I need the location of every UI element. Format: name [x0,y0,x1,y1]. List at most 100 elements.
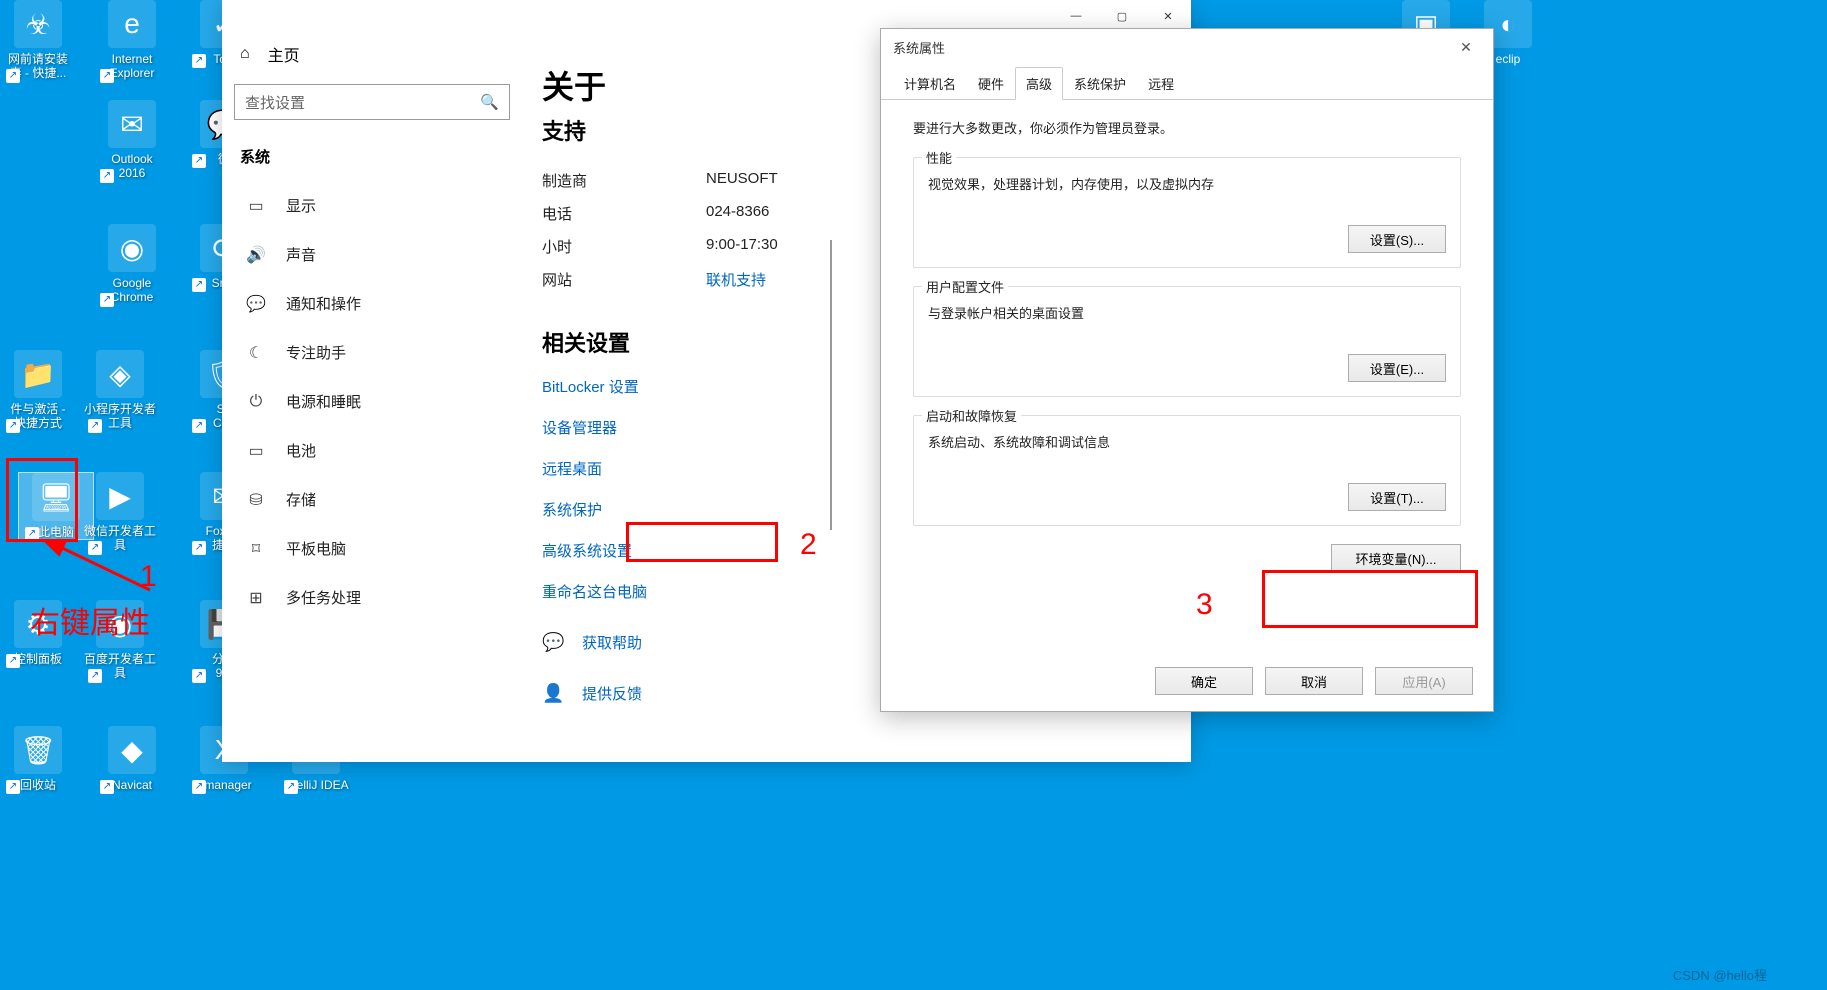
desktop-icon-glyph: ◉↗ [96,600,144,648]
nav-icon: ▭ [246,441,266,461]
apply-button[interactable]: 应用(A) [1375,667,1473,695]
settings-sidebar: ⌂ 主页 查找设置 🔍 系统 ▭ 显示 🔊 声音 💬 通知和操作 ☾ 专注助手 ⏻ 电源和睡眠 ▭ 电… [222,32,522,762]
desktop-icon-glyph: e↗ [108,0,156,48]
group-title: 用户配置文件 [922,277,1008,296]
info-key: 电话 [542,203,706,224]
group-settings-button-2[interactable]: 设置(T)... [1348,483,1446,511]
tab-1[interactable]: 硬件 [967,67,1015,99]
nav-item-2[interactable]: 💬 通知和操作 [230,279,514,328]
tab-2[interactable]: 高级 [1015,67,1063,100]
tab-4[interactable]: 远程 [1137,67,1185,99]
nav-label: 专注助手 [286,342,346,363]
group-desc: 系统启动、系统故障和调试信息 [928,432,1446,451]
watermark: CSDN @hello程 [1673,965,1767,984]
nav-icon: ⛁ [246,490,266,510]
group-title: 性能 [922,148,956,167]
group-desc: 与登录帐户相关的桌面设置 [928,303,1446,322]
nav-item-5[interactable]: ▭ 电池 [230,426,514,475]
nav-icon: ⌑ [246,539,266,559]
scrollbar[interactable] [830,240,832,530]
nav-label: 平板电脑 [286,538,346,559]
nav-label: 多任务处理 [286,587,361,608]
group-1: 用户配置文件 与登录帐户相关的桌面设置 设置(E)... [913,286,1461,397]
info-value: 9:00-17:30 [706,236,778,257]
cancel-button[interactable]: 取消 [1265,667,1363,695]
help-icon: 💬 [542,632,562,653]
nav-item-7[interactable]: ⌑ 平板电脑 [230,524,514,573]
nav-item-1[interactable]: 🔊 声音 [230,230,514,279]
admin-note: 要进行大多数更改，你必须作为管理员登录。 [913,118,1461,137]
info-value: 024-8366 [706,203,769,224]
desktop-icon-17[interactable]: ◆↗Navicat [94,726,170,792]
desktop-icon-glyph: ⚙↗ [14,600,62,648]
nav-icon: ⏻ [246,393,266,411]
nav-label: 存储 [286,489,316,510]
desktop-icon-glyph: ✉↗ [108,100,156,148]
dialog-body: 要进行大多数更改，你必须作为管理员登录。 性能 视觉效果，处理器计划，内存使用，… [881,100,1493,657]
ok-button[interactable]: 确定 [1155,667,1253,695]
nav-label: 电池 [286,440,316,461]
info-key: 网站 [542,269,706,290]
nav-item-3[interactable]: ☾ 专注助手 [230,328,514,377]
desktop-icon-glyph: ◈↗ [96,350,144,398]
desktop-icon-3[interactable]: ✉↗Outlook2016 [94,100,170,181]
desktop-icon-glyph: 📁↗ [14,350,62,398]
group-0: 性能 视觉效果，处理器计划，内存使用，以及虚拟内存 设置(S)... [913,157,1461,268]
nav-icon: 🔊 [246,245,266,265]
desktop-icon-14[interactable]: ◉↗百度开发者工具 [82,600,158,681]
nav-label: 显示 [286,195,316,216]
tab-3[interactable]: 系统保护 [1063,67,1137,99]
group-settings-button-1[interactable]: 设置(E)... [1348,354,1446,382]
desktop-icon-1[interactable]: e↗InternetExplorer [94,0,170,81]
nav-icon: ⊞ [246,588,266,608]
help-label: 获取帮助 [582,632,642,653]
tab-strip: 计算机名硬件高级系统保护远程 [881,67,1493,100]
nav-item-8[interactable]: ⊞ 多任务处理 [230,573,514,622]
group-desc: 视觉效果，处理器计划，内存使用，以及虚拟内存 [928,174,1446,193]
desktop-icon-glyph: ◉↗ [108,224,156,272]
environment-variables-button[interactable]: 环境变量(N)... [1331,544,1461,572]
dialog-close-button[interactable]: ✕ [1451,33,1481,61]
info-key: 小时 [542,236,706,257]
nav-icon: ▭ [246,196,266,216]
desktop-icon-13[interactable]: ⚙↗控制面板 [0,600,76,666]
nav-label: 电源和睡眠 [286,391,361,412]
nav-icon: ☾ [246,343,266,363]
info-key: 制造商 [542,170,706,191]
search-input[interactable]: 查找设置 🔍 [234,84,510,120]
sidebar-section-title: 系统 [230,138,514,181]
group-title: 启动和故障恢复 [922,406,1021,425]
desktop-icon-glyph: ◆↗ [108,726,156,774]
desktop-icon-8[interactable]: ◈↗小程序开发者工具 [82,350,158,431]
tab-0[interactable]: 计算机名 [893,67,967,99]
group-settings-button-0[interactable]: 设置(S)... [1348,225,1446,253]
info-value[interactable]: 联机支持 [706,269,766,290]
feedback-label: 提供反馈 [582,683,642,704]
search-placeholder: 查找设置 [245,92,305,113]
dialog-titlebar: 系统属性 ✕ [881,29,1493,65]
nav-item-6[interactable]: ⛁ 存储 [230,475,514,524]
nav-item-0[interactable]: ▭ 显示 [230,181,514,230]
dialog-title: 系统属性 [893,38,945,57]
nav-label: 声音 [286,244,316,265]
desktop-icon-5[interactable]: ◉↗GoogleChrome [94,224,170,305]
info-value: NEUSOFT [706,170,778,191]
desktop-icon-0[interactable]: ☣↗网前请安装毒 - 快捷... [0,0,76,81]
desktop-icon-16[interactable]: 🗑↗回收站 [0,726,76,792]
home-link[interactable]: ⌂ 主页 [230,32,514,84]
desktop-icon-glyph: 🗑↗ [14,726,62,774]
nav-icon: 💬 [246,294,266,314]
nav-item-4[interactable]: ⏻ 电源和睡眠 [230,377,514,426]
desktop-icon-glyph: ☣↗ [14,0,62,48]
search-icon: 🔍 [480,93,499,111]
group-2: 启动和故障恢复 系统启动、系统故障和调试信息 设置(T)... [913,415,1461,526]
desktop-icon-11[interactable]: ▶↗微信开发者工具 [82,472,158,553]
desktop-icon-glyph: ▶↗ [96,472,144,520]
home-icon: ⌂ [240,45,250,63]
desktop-icon-glyph: 🖥↗ [32,473,80,521]
system-properties-dialog: 系统属性 ✕ 计算机名硬件高级系统保护远程 要进行大多数更改，你必须作为管理员登… [880,28,1494,712]
home-label: 主页 [268,42,300,66]
dialog-footer: 确定 取消 应用(A) [881,657,1493,711]
desktop-icon-7[interactable]: 📁↗件与激活 -快捷方式 [0,350,76,431]
nav-label: 通知和操作 [286,293,361,314]
